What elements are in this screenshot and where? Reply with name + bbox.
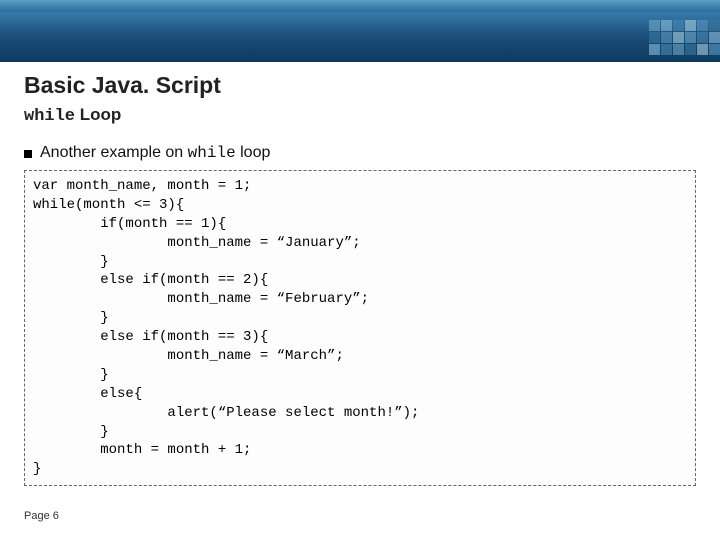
bullet-text: Another example on while loop (40, 144, 270, 162)
slide-title: Basic Java. Script (24, 72, 696, 99)
slide-content: Basic Java. Script while Loop Another ex… (0, 62, 720, 486)
subtitle-keyword: while (24, 107, 75, 126)
bullet-item: Another example on while loop (24, 144, 696, 162)
bullet-pre: Another example on (40, 144, 188, 161)
bullet-icon (24, 150, 32, 158)
code-block: var month_name, month = 1; while(month <… (24, 170, 696, 486)
slide-subtitle: while Loop (24, 105, 696, 126)
subtitle-rest: Loop (75, 105, 121, 124)
bullet-mono: while (188, 144, 236, 162)
page-number: Page 6 (24, 510, 59, 522)
banner-decoration (649, 20, 720, 55)
banner (0, 12, 720, 62)
top-gradient-bar (0, 0, 720, 12)
bullet-post: loop (236, 144, 271, 161)
